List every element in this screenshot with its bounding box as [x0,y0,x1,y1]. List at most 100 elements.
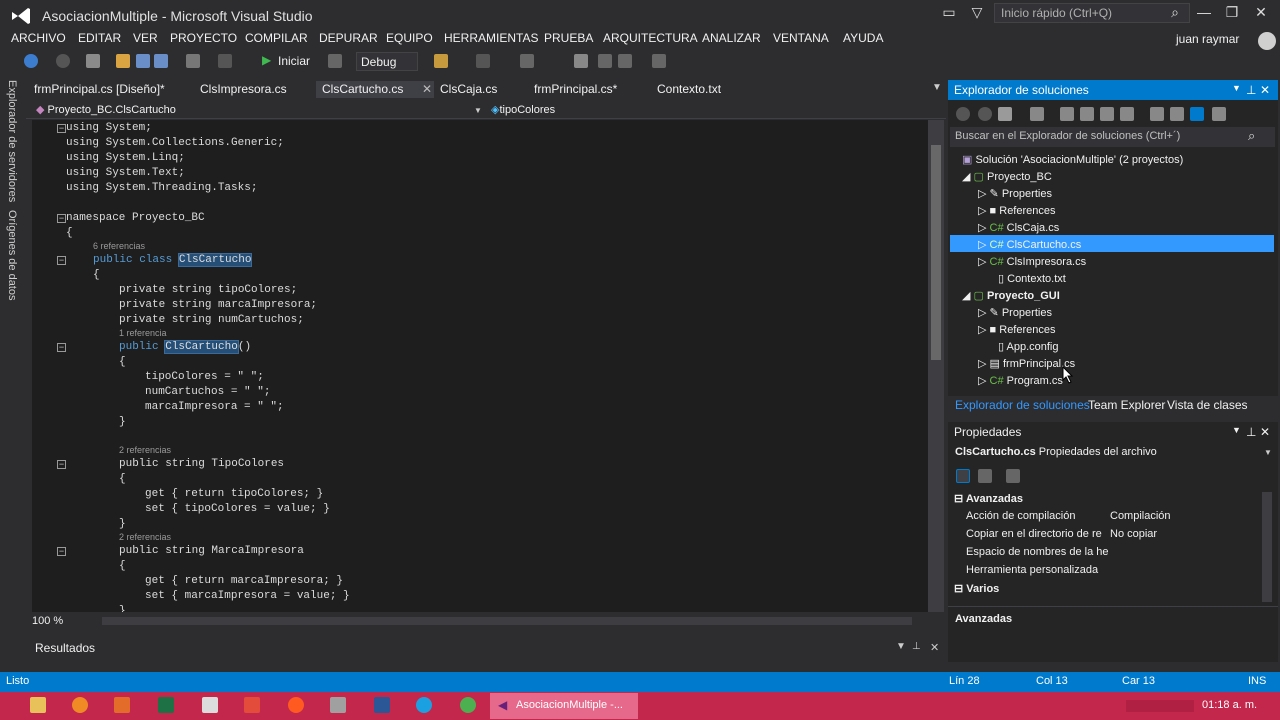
undo-icon[interactable] [186,54,200,68]
excel-icon[interactable] [158,697,174,713]
feedback-filter-icon[interactable]: ▽ [966,4,988,22]
tab-clsimpresora[interactable]: ClsImpresora.cs [194,81,293,98]
collapse-toggle[interactable]: − [57,460,66,469]
menu-analizar[interactable]: ANALIZAR [702,31,761,45]
close-panel-icon[interactable]: ✕ [930,641,939,654]
configuration-dropdown[interactable]: Debug [356,52,418,71]
menu-ayuda[interactable]: AYUDA [843,31,883,45]
new-project-icon[interactable] [86,54,100,68]
powerpoint-icon[interactable] [114,697,130,713]
tree-item-clsimpresora[interactable]: ▷ C# ClsImpresora.cs [978,255,1086,268]
tree-item-references[interactable]: ▷ ■ References [978,204,1056,217]
class-diagram-icon[interactable] [1212,107,1226,121]
scrollbar-thumb[interactable] [931,145,941,360]
pin-icon[interactable]: ⊥ [1246,83,1256,97]
bookmark-prev-icon[interactable] [598,54,612,68]
open-folder-icon[interactable] [116,54,130,68]
chrome-icon[interactable] [460,697,476,713]
find-in-files-icon[interactable] [434,54,448,68]
user-name[interactable]: juan raymar [1176,32,1239,46]
app-icon[interactable] [330,697,346,713]
codelens-references[interactable]: 2 referencias [119,532,171,542]
close-panel-icon[interactable]: ✕ [1260,83,1270,97]
forward-icon[interactable] [56,54,70,68]
menu-compilar[interactable]: COMPILAR [245,31,308,45]
property-object-selector[interactable]: ClsCartucho.cs Propiedades del archivo [955,446,1157,458]
property-name[interactable]: Herramienta personalizada [966,564,1098,576]
codelens-references[interactable]: 6 referencias [93,241,145,251]
member-dropdown[interactable]: ◈tipoColores [491,103,555,116]
category-misc[interactable]: ⊟ Varios [954,582,999,595]
categorized-icon[interactable] [956,469,970,483]
quick-launch-input[interactable]: Inicio rápido (Ctrl+Q) [994,3,1190,23]
menu-arquitectura[interactable]: ARQUITECTURA [603,31,698,45]
tab-overflow-icon[interactable]: ▼ [932,82,942,93]
close-tab-icon[interactable]: ✕ [422,82,432,96]
pending-changes-icon[interactable] [1060,107,1074,121]
type-dropdown[interactable]: ◆ Proyecto_BC.ClsCartucho [36,103,176,116]
panel-options-icon[interactable]: ▼ [1232,425,1241,435]
indent-icon[interactable] [476,54,490,68]
taskbar-active-app[interactable]: ◀ AsociacionMultiple -... [490,693,638,719]
panel-options-icon[interactable]: ▼ [1232,83,1241,93]
properties-icon[interactable] [1170,107,1184,121]
file-explorer-icon[interactable] [30,697,46,713]
bookmark-icon[interactable] [574,54,588,68]
menu-ventana[interactable]: VENTANA [773,31,829,45]
collapse-toggle[interactable]: − [57,214,66,223]
show-all-files-icon[interactable] [1120,107,1134,121]
menu-editar[interactable]: EDITAR [78,31,121,45]
results-title[interactable]: Resultados [35,641,95,655]
collapse-toggle[interactable]: − [57,343,66,352]
project-proyecto-gui[interactable]: ◢ ▢ Proyecto_GUI [962,289,1060,302]
data-sources-tab[interactable]: Orígenes de datos [6,210,18,301]
menu-prueba[interactable]: PRUEBA [544,31,593,45]
tree-item-frmprincipal[interactable]: ▷ ▤ frmPrincipal.cs [978,357,1075,370]
start-icon[interactable]: ▶ [262,53,271,67]
word-icon[interactable] [374,697,390,713]
search-icon[interactable]: ⌕ [1248,128,1255,144]
media-player-icon[interactable] [72,697,88,713]
internet-explorer-icon[interactable] [416,697,432,713]
clock[interactable]: 01:18 a. m. [1202,699,1257,711]
collapse-toggle[interactable]: − [57,547,66,556]
app-icon[interactable] [288,697,304,713]
redo-icon[interactable] [218,54,232,68]
notepad-icon[interactable] [202,697,218,713]
notifications-icon[interactable]: ▭ [938,4,960,22]
tree-item-contexto[interactable]: ▯ Contexto.txt [998,272,1066,285]
tree-item-references[interactable]: ▷ ■ References [978,323,1056,336]
close-button[interactable]: ✕ [1250,4,1272,22]
start-button[interactable]: Iniciar [278,54,310,68]
property-name[interactable]: Espacio de nombres de la he [966,546,1108,558]
server-explorer-tab[interactable]: Explorador de servidores [6,80,18,202]
tab-class-view[interactable]: Vista de clases [1167,398,1248,412]
project-proyecto-bc[interactable]: ◢ ▢ Proyecto_BC [962,170,1052,183]
tree-item-clscartucho[interactable]: ▷ C# ClsCartucho.cs [978,238,1081,251]
codelens-references[interactable]: 2 referencias [119,445,171,455]
back-icon[interactable] [956,107,970,121]
bookmark-next-icon[interactable] [618,54,632,68]
view-code-icon[interactable] [1150,107,1164,121]
tab-contexto[interactable]: Contexto.txt [651,81,727,98]
panel-options-icon[interactable]: ▼ [896,641,906,652]
chevron-down-icon[interactable]: ▼ [474,106,482,115]
tree-item-properties[interactable]: ▷ ✎ Properties [978,187,1052,200]
solution-search-input[interactable]: Buscar en el Explorador de soluciones (C… [950,127,1275,147]
property-name[interactable]: Copiar en el directorio de re [966,528,1102,540]
preview-selected-icon[interactable] [1190,107,1204,121]
menu-proyecto[interactable]: PROYECTO [170,31,237,45]
alphabetical-icon[interactable] [978,469,992,483]
codelens-references[interactable]: 1 referencia [119,328,167,338]
property-name[interactable]: Acción de compilación [966,510,1075,522]
bookmark-clear-icon[interactable] [652,54,666,68]
menu-herramientas[interactable]: HERRAMIENTAS [444,31,538,45]
menu-equipo[interactable]: EQUIPO [386,31,433,45]
tree-item-app-config[interactable]: ▯ App.config [998,340,1059,353]
close-panel-icon[interactable]: ✕ [1260,425,1270,439]
search-icon[interactable]: ⌕ [1164,4,1186,22]
save-all-icon[interactable] [154,54,168,68]
collapse-all-icon[interactable] [1100,107,1114,121]
sync-icon[interactable] [1030,107,1044,121]
property-value[interactable]: Compilación [1110,510,1171,522]
